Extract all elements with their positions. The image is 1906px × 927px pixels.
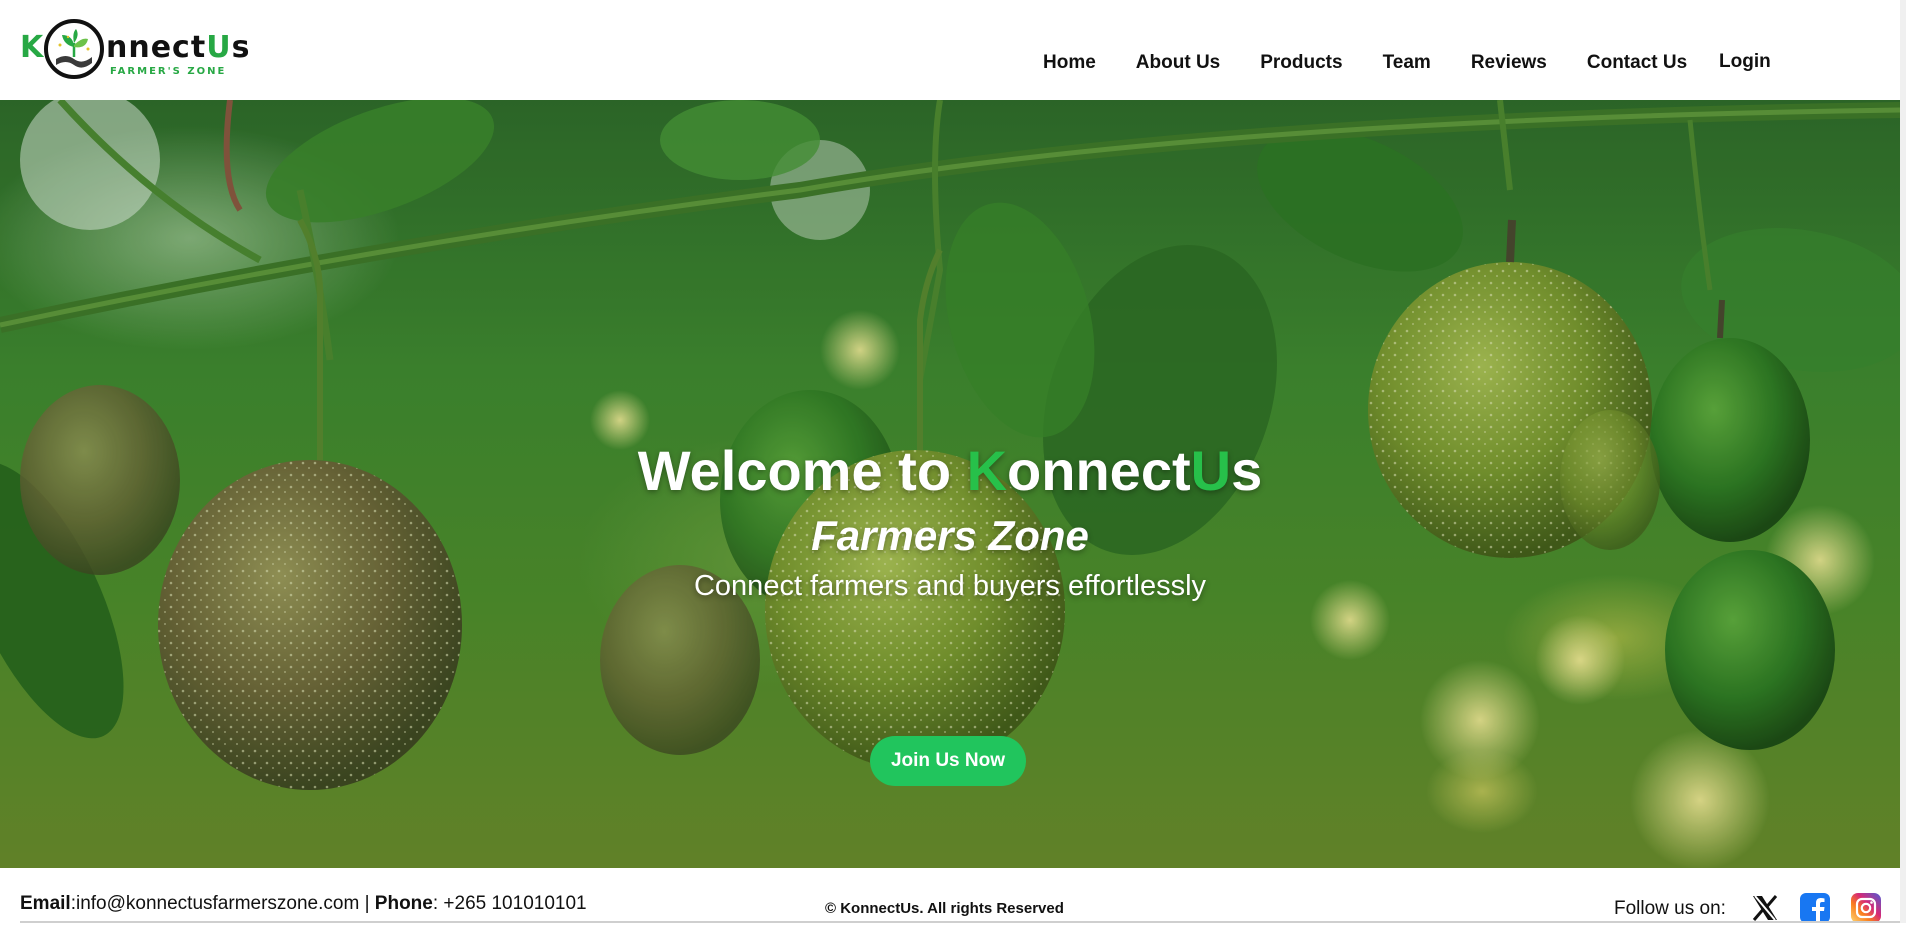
hero-subtitle: Farmers Zone: [811, 512, 1089, 559]
instagram-icon[interactable]: [1851, 893, 1881, 923]
x-icon[interactable]: [1750, 893, 1780, 923]
hero-title: Welcome to KonnectUs: [637, 439, 1263, 502]
copyright-text: © KonnectUs. All rights Reserved: [825, 900, 1064, 917]
site-header: K nnectUs FARMER'S ZONE Home About Us Pr…: [0, 0, 1906, 100]
page-scrollbar[interactable]: [1900, 0, 1906, 923]
nav-home[interactable]: Home: [1043, 52, 1096, 74]
follow-us-label: Follow us on:: [1614, 898, 1726, 919]
site-footer: Email:info@konnectusfarmerszone.com | Ph…: [0, 868, 1906, 923]
nav-about-us[interactable]: About Us: [1136, 52, 1220, 74]
logo-letter-k: K: [20, 30, 44, 65]
logo-wordmark: nnectUs: [106, 30, 251, 65]
login-link[interactable]: Login: [1719, 51, 1771, 73]
email-label: Email: [20, 893, 71, 914]
hero-tagline: Connect farmers and buyers effortlessly: [693, 570, 1207, 602]
nav-products[interactable]: Products: [1260, 52, 1342, 74]
logo-emblem-icon: [44, 19, 104, 79]
nav-team[interactable]: Team: [1383, 52, 1431, 74]
facebook-icon[interactable]: [1800, 893, 1830, 923]
email-value[interactable]: :info@konnectusfarmerszone.com: [71, 893, 360, 914]
nav-contact-us[interactable]: Contact Us: [1587, 52, 1687, 74]
phone-label: Phone: [374, 893, 433, 914]
nav-reviews[interactable]: Reviews: [1471, 52, 1547, 74]
contact-separator: |: [359, 893, 375, 914]
phone-value: : +265 101010101: [432, 893, 587, 914]
join-us-now-button[interactable]: Join Us Now: [870, 736, 1026, 786]
hero-section: Welcome to KonnectUs Farmers Zone Connec…: [0, 100, 1900, 868]
konnectus-logo[interactable]: K nnectUs FARMER'S ZONE: [18, 18, 249, 84]
contact-info: Email:info@konnectusfarmerszone.com | Ph…: [20, 893, 587, 915]
main-nav: Home About Us Products Team Reviews Cont…: [1043, 52, 1687, 74]
logo-subtitle: FARMER'S ZONE: [110, 66, 227, 77]
